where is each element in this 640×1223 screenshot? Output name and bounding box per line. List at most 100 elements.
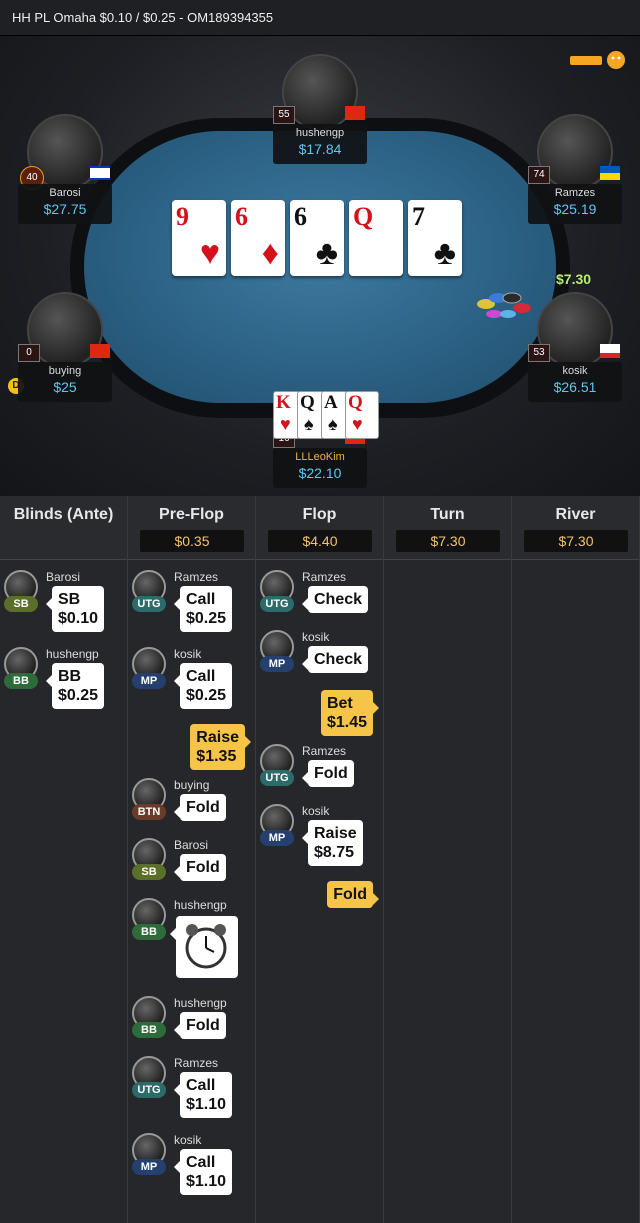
action-bubble: Check bbox=[301, 586, 369, 613]
player-name: hushengp bbox=[174, 996, 227, 1010]
player-stack: $27.75 bbox=[43, 201, 87, 217]
action-text: BB bbox=[58, 668, 82, 685]
card-rank: Q bbox=[348, 392, 363, 413]
street-header: Flop $4.40 bbox=[256, 496, 383, 560]
action-text: Check bbox=[314, 651, 363, 668]
hole-card: A ♠ bbox=[321, 391, 348, 439]
player-level-badge: 53 bbox=[528, 344, 550, 362]
action-text: Call bbox=[186, 668, 216, 685]
action-text: Raise bbox=[196, 729, 239, 746]
action-amount: $1.10 bbox=[186, 1096, 227, 1113]
country-flag-icon bbox=[345, 106, 365, 120]
position-badge: MP bbox=[132, 673, 166, 689]
street-title: River bbox=[555, 506, 596, 523]
hero-action-bubble: Fold bbox=[327, 881, 379, 908]
poker-table: 9 ♥ 6 ♦ 6 ♣ Q 7 ♣ $7.30 D 55 hushengp $17.84 40 Baro… bbox=[0, 36, 640, 496]
street-title: Flop bbox=[302, 506, 337, 523]
card-suit: ♦ bbox=[261, 234, 279, 272]
seat-hushengp[interactable]: 55 hushengp $17.84 bbox=[273, 54, 367, 174]
card-rank: 6 bbox=[235, 202, 248, 231]
player-nameplate: buying $25 bbox=[18, 362, 112, 402]
country-flag-icon bbox=[90, 166, 110, 180]
action-text: Call bbox=[186, 1154, 216, 1171]
card-suit: ♣ bbox=[433, 234, 456, 272]
action-bubble: BB $0.25 bbox=[45, 663, 105, 709]
action-bubble: Fold bbox=[174, 1012, 226, 1039]
player-name: kosik bbox=[174, 1133, 202, 1147]
action-text: Fold bbox=[186, 799, 220, 816]
country-flag-icon bbox=[600, 344, 620, 358]
action-amount: $0.10 bbox=[58, 610, 99, 627]
street-header: River $7.30 bbox=[512, 496, 639, 560]
card-suit: ♣ bbox=[315, 234, 338, 272]
action-history: Blinds (Ante) SB Barosi SB $0.10 BB hushengp BB… bbox=[0, 496, 640, 1223]
player-name: Ramzes bbox=[174, 1056, 219, 1070]
bet-amount: $7.30 bbox=[556, 271, 592, 287]
player-name: LLLeoKim bbox=[295, 451, 345, 463]
street-header: Turn $7.30 bbox=[384, 496, 511, 560]
player-nameplate: LLLeoKim $22.10 bbox=[273, 448, 367, 488]
player-nameplate: hushengp $17.84 bbox=[273, 124, 367, 164]
action-text: Check bbox=[314, 591, 363, 608]
action-text: Fold bbox=[314, 765, 348, 782]
position-badge: UTG bbox=[132, 596, 166, 612]
action-text: Raise bbox=[314, 825, 357, 842]
position-badge: BTN bbox=[132, 804, 166, 820]
player-name: Barosi bbox=[49, 187, 81, 199]
player-name: kosik bbox=[302, 804, 330, 818]
board-card: 9 ♥ bbox=[172, 200, 226, 276]
card-rank: A bbox=[324, 392, 338, 413]
player-stack: $26.51 bbox=[553, 379, 597, 395]
street-pot: $0.35 bbox=[140, 530, 244, 552]
player-stack: $25.19 bbox=[553, 201, 597, 217]
window-title: HH PL Omaha $0.10 / $0.25 - OM189394355 bbox=[0, 0, 640, 36]
seat-barosi[interactable]: 40 Barosi $27.75 bbox=[18, 114, 112, 234]
street-title: Blinds (Ante) bbox=[13, 506, 114, 523]
player-level-badge: 55 bbox=[273, 106, 295, 124]
player-name: hushengp bbox=[295, 127, 345, 139]
player-nameplate: Barosi $27.75 bbox=[18, 184, 112, 224]
action-amount: $1.45 bbox=[326, 714, 367, 731]
position-badge: SB bbox=[132, 864, 166, 880]
seat-kosik[interactable]: 53 kosik $26.51 bbox=[528, 292, 622, 412]
action-amount: $0.25 bbox=[58, 687, 99, 704]
seat-ramzes[interactable]: 74 Ramzes $25.19 bbox=[528, 114, 622, 234]
action-text: Call bbox=[186, 1077, 216, 1094]
player-nameplate: kosik $26.51 bbox=[528, 362, 622, 402]
position-badge: MP bbox=[260, 830, 294, 846]
action-bubble: Raise $8.75 bbox=[302, 820, 363, 866]
position-badge: MP bbox=[132, 1159, 166, 1175]
street-column-turn: Turn $7.30 bbox=[384, 496, 512, 1223]
player-name: Barosi bbox=[46, 570, 81, 584]
timebank-bubble bbox=[170, 916, 238, 978]
card-rank: Q bbox=[353, 202, 374, 231]
street-header: Pre-Flop $0.35 bbox=[128, 496, 255, 560]
hole-card: Q ♠ bbox=[297, 391, 324, 439]
player-name: kosik bbox=[562, 365, 588, 377]
position-badge: UTG bbox=[132, 1082, 166, 1098]
seat-buying[interactable]: 0 buying $25 bbox=[18, 292, 112, 412]
street-pot: $7.30 bbox=[396, 530, 500, 552]
action-amount: $0.25 bbox=[186, 610, 227, 627]
street-column-flop: Flop $4.40 UTG Ramzes Check MP kosik Check Bet $1… bbox=[256, 496, 384, 1223]
hero-action-bubble: Bet $1.45 bbox=[320, 690, 380, 736]
player-name: kosik bbox=[174, 647, 202, 661]
card-rank: Q bbox=[300, 392, 315, 413]
hole-card: Q ♥ bbox=[345, 391, 379, 439]
player-name: Barosi bbox=[174, 838, 209, 852]
board-card: 6 ♣ bbox=[290, 200, 344, 276]
player-stack: $17.84 bbox=[298, 141, 342, 157]
player-name: Ramzes bbox=[554, 187, 596, 199]
pot-chips-icon bbox=[477, 292, 531, 318]
street-pot: $7.30 bbox=[524, 530, 628, 552]
card-suit: ♠ bbox=[304, 414, 314, 434]
position-badge: BB bbox=[4, 673, 38, 689]
action-amount: $1.35 bbox=[196, 748, 237, 765]
hero-action-bubble: Raise $1.35 bbox=[190, 724, 251, 770]
street-title: Turn bbox=[430, 506, 465, 523]
street-column-river: River $7.30 bbox=[512, 496, 640, 1223]
room-logo bbox=[568, 48, 626, 72]
alarm-clock-icon bbox=[185, 924, 227, 969]
action-bubble: Call $1.10 bbox=[173, 1149, 233, 1195]
player-name: Ramzes bbox=[174, 570, 219, 584]
